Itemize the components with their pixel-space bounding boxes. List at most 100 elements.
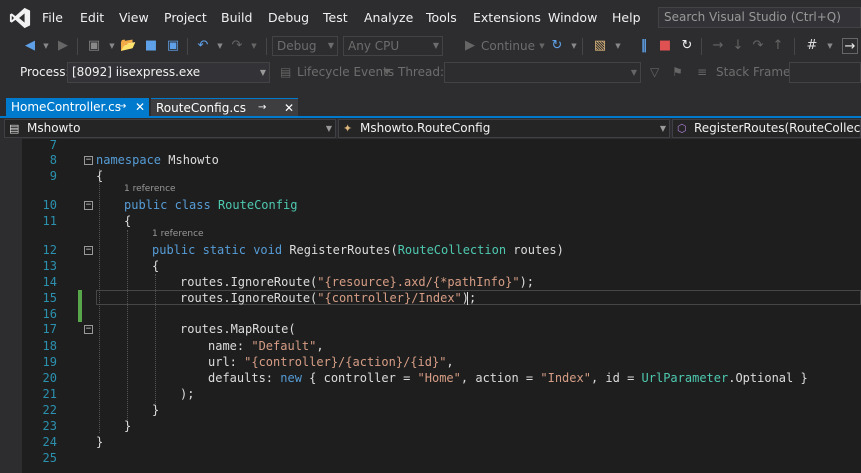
save-icon[interactable]: ■ <box>143 38 159 54</box>
code-token: { controller = <box>301 371 418 385</box>
menu-project[interactable]: Project <box>164 10 207 25</box>
member-dropdown[interactable]: ⬡ RegisterRoutes(RouteCollection <box>672 119 861 138</box>
new-project-icon[interactable]: ▣ <box>86 38 102 54</box>
navigate-forward-icon[interactable]: ▶ <box>55 38 71 54</box>
new-dropdown-icon[interactable]: ▼ <box>104 38 120 54</box>
tab-homecontroller[interactable]: HomeController.cs → ✕ <box>6 98 149 117</box>
project-dropdown[interactable]: ▤ Mshowto ▼ <box>4 119 336 138</box>
restart-icon[interactable]: ↻ <box>679 38 695 54</box>
chevron-down-icon: ▼ <box>432 41 439 50</box>
menu-tools[interactable]: Tools <box>426 10 457 25</box>
toolbar-separator <box>794 38 795 55</box>
redo-icon[interactable]: ↷ <box>229 38 245 54</box>
thread-dropdown[interactable]: ▼ <box>444 62 641 83</box>
indicator-margin <box>0 139 22 473</box>
open-file-icon[interactable]: 📂 <box>120 38 136 54</box>
line-number: 7 <box>49 138 57 152</box>
menu-help[interactable]: Help <box>612 10 641 25</box>
line-number: 23 <box>42 419 57 433</box>
break-all-pause-icon[interactable]: ‖ <box>636 38 652 54</box>
code-line: routes.IgnoreRoute("{controller}/Index")… <box>180 291 476 305</box>
type-dropdown[interactable]: ✦ Mshowto.RouteConfig ▼ <box>338 119 670 138</box>
continue-dropdown-icon[interactable]: ▼ <box>534 38 550 54</box>
quick-launch-search-input[interactable]: Search Visual Studio (Ctrl+Q) <box>658 7 861 28</box>
lifecycle-events-icon[interactable]: ▤ <box>280 65 291 79</box>
menu-bar: File Edit View Project Build Debug Test … <box>0 0 861 35</box>
stop-debugging-icon[interactable]: ■ <box>657 38 673 54</box>
codelens-reference-count[interactable]: 1 reference <box>152 229 204 239</box>
code-line: { <box>96 169 104 183</box>
indent-guide <box>155 274 156 406</box>
visual-studio-logo-icon[interactable] <box>8 7 32 29</box>
line-number: 12 <box>42 243 57 257</box>
diagnostic-tools-icon[interactable]: ▧ <box>592 38 608 54</box>
line-number: 8 <box>49 153 57 167</box>
stack-frame-dropdown[interactable] <box>789 62 861 83</box>
collapse-icon[interactable]: − <box>84 201 93 210</box>
save-all-icon[interactable]: ▣ <box>165 38 181 54</box>
undo-icon[interactable]: ↶ <box>195 38 211 54</box>
keyword-token: public <box>124 198 168 212</box>
menu-extensions[interactable]: Extensions <box>473 10 541 25</box>
process-dropdown[interactable]: [8092] iisexpress.exe ▼ <box>67 62 270 83</box>
project-value: Mshowto <box>27 121 81 135</box>
collapse-icon[interactable]: − <box>84 246 93 255</box>
pin-tab-icon[interactable]: → <box>118 98 126 116</box>
navigate-back-icon[interactable]: ◀ <box>22 38 38 54</box>
line-number: 15 <box>42 291 57 305</box>
menu-analyze[interactable]: Analyze <box>364 10 413 25</box>
refresh-icon[interactable]: ↻ <box>549 38 565 54</box>
punctuation-token: ); <box>519 275 535 289</box>
back-dropdown-icon[interactable]: ▼ <box>38 38 54 54</box>
show-next-statement-icon[interactable]: → <box>710 38 726 54</box>
line-number: 25 <box>42 451 57 465</box>
continue-play-icon[interactable]: ▶ <box>462 38 478 54</box>
menu-file[interactable]: File <box>42 10 63 25</box>
close-tab-icon[interactable]: ✕ <box>284 99 294 117</box>
line-number: 16 <box>42 307 57 321</box>
collapse-icon[interactable]: − <box>84 156 93 165</box>
solution-platform-dropdown[interactable]: Any CPU ▼ <box>343 36 443 56</box>
punctuation-token: , <box>316 339 324 353</box>
code-token: .Optional } <box>728 371 808 385</box>
tab-routeconfig[interactable]: RouteConfig.cs → ✕ <box>151 98 298 117</box>
call-token: routes.IgnoreRoute( <box>180 275 318 289</box>
codelens-reference-count[interactable]: 1 reference <box>124 184 176 194</box>
toolbar-overflow-icon[interactable]: → <box>842 38 858 54</box>
hex-dropdown-icon[interactable]: ▼ <box>822 38 838 54</box>
code-line: routes.IgnoreRoute("{resource}.axd/{*pat… <box>180 275 534 289</box>
menu-edit[interactable]: Edit <box>80 10 104 25</box>
keyword-token: namespace <box>96 153 162 167</box>
menu-window[interactable]: Window <box>548 10 597 25</box>
string-token: "Index" <box>540 371 591 385</box>
flag-thread-icon[interactable]: ⚑ <box>672 65 683 79</box>
menu-build[interactable]: Build <box>221 10 252 25</box>
line-number: 11 <box>42 214 57 228</box>
step-over-icon[interactable]: ↷ <box>750 38 766 54</box>
toolbar-separator <box>582 38 583 55</box>
lifecycle-events-dropdown[interactable]: Lifecycle Events <box>297 65 394 79</box>
filter-icon[interactable]: ▽ <box>650 65 659 79</box>
menu-debug[interactable]: Debug <box>268 10 309 25</box>
close-tab-icon[interactable]: ✕ <box>135 98 145 116</box>
document-tab-strip: HomeController.cs → ✕ RouteConfig.cs → ✕ <box>0 86 861 117</box>
string-token: "{controller}/{action}/{id}" <box>244 355 447 369</box>
hex-display-icon[interactable]: # <box>804 38 820 54</box>
pin-tab-icon[interactable]: → <box>258 99 266 117</box>
thread-label: Thread: <box>398 65 445 79</box>
menu-view[interactable]: View <box>119 10 149 25</box>
refresh-dropdown-icon[interactable]: ▼ <box>566 38 582 54</box>
diagnostic-dropdown-icon[interactable]: ▼ <box>610 38 626 54</box>
undo-dropdown-icon[interactable]: ▼ <box>212 38 228 54</box>
chevron-down-icon: ▼ <box>659 124 666 133</box>
code-line: } <box>152 403 160 417</box>
continue-button[interactable]: Continue <box>481 39 535 53</box>
step-into-icon[interactable]: ↓ <box>730 38 746 54</box>
code-line: defaults: new { controller = "Home", act… <box>208 371 808 385</box>
solution-configuration-dropdown[interactable]: Debug ▼ <box>272 36 338 56</box>
collapse-icon[interactable]: − <box>84 325 93 334</box>
redo-dropdown-icon[interactable]: ▼ <box>246 38 262 54</box>
menu-test[interactable]: Test <box>323 10 348 25</box>
step-out-icon[interactable]: ↑ <box>770 38 786 54</box>
